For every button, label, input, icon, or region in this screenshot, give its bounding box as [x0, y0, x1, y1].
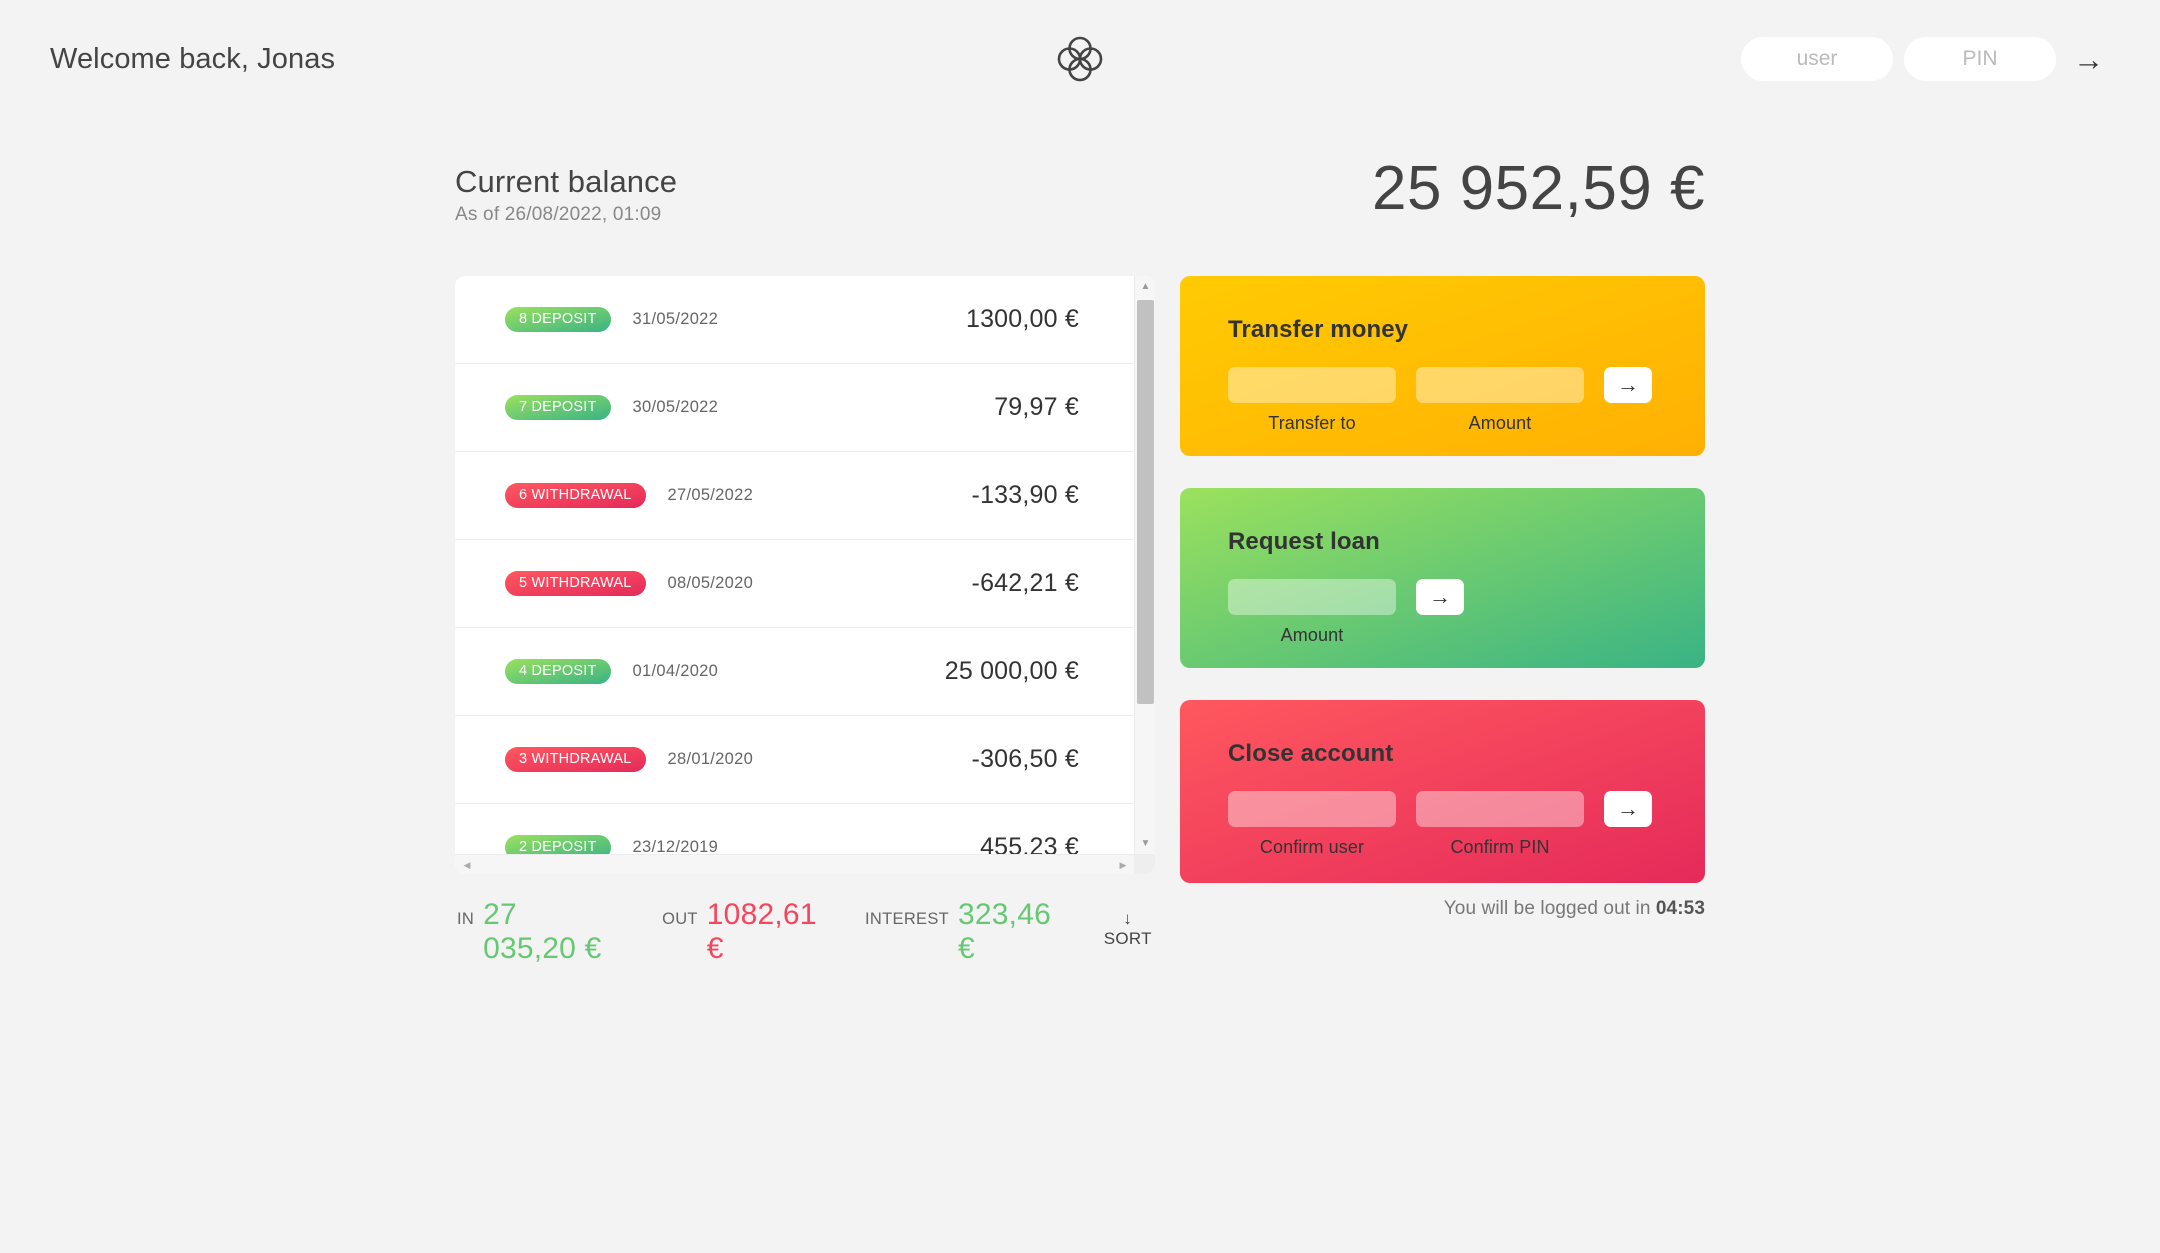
movement-type-badge: 7 DEPOSIT [505, 395, 611, 420]
movement-value: 455,23 € [980, 833, 1079, 854]
scroll-down-arrow-icon[interactable]: ▼ [1135, 833, 1155, 854]
movement-value: 79,97 € [994, 393, 1079, 421]
close-pin-label: Confirm PIN [1450, 837, 1550, 857]
close-user-label: Confirm user [1259, 837, 1365, 857]
movement-row: 6 WITHDRAWAL 27/05/2022 -133,90 € [455, 452, 1134, 540]
movement-type-badge: 6 WITHDRAWAL [505, 483, 646, 508]
movement-date: 30/05/2022 [632, 398, 719, 416]
transfer-submit-button[interactable]: → [1604, 367, 1652, 403]
logout-timer-value: 04:53 [1655, 898, 1705, 919]
summary-interest-value: 323,46 € [958, 898, 1051, 965]
logout-timer-text: You will be logged out in [1443, 898, 1656, 919]
movement-value: -306,50 € [971, 745, 1079, 773]
movement-date: 23/12/2019 [632, 838, 719, 854]
movement-type-badge: 2 DEPOSIT [505, 835, 611, 854]
movement-row: 2 DEPOSIT 23/12/2019 455,23 € [455, 804, 1134, 854]
login-submit-button[interactable]: → [2067, 44, 2110, 75]
request-loan-card: Request loan → Amount [1180, 488, 1705, 668]
loan-amount-label: Amount [1280, 625, 1344, 645]
close-account-form: → Confirm user Confirm PIN [1228, 791, 1657, 858]
summary-in-value: 27 035,20 € [483, 898, 602, 965]
close-account-title: Close account [1228, 740, 1394, 767]
login-pin-input[interactable] [1904, 37, 2056, 81]
sort-button[interactable]: ↓ SORT [1103, 909, 1153, 949]
transfer-to-label: Transfer to [1268, 413, 1356, 433]
bankist-logo-icon [1057, 36, 1103, 82]
transfer-to-input[interactable] [1228, 367, 1396, 403]
scroll-left-arrow-icon[interactable]: ◀ [457, 855, 477, 874]
movement-date: 28/01/2020 [667, 750, 754, 768]
vertical-scrollbar-thumb[interactable] [1137, 300, 1154, 704]
movement-date: 08/05/2020 [667, 574, 754, 592]
movement-date: 31/05/2022 [632, 310, 719, 328]
balance-value: 25 952,59 € [1371, 154, 1705, 223]
movements-vertical-scrollbar[interactable]: ▲ ▼ [1134, 276, 1155, 854]
logo-container [1050, 0, 1110, 118]
movement-row: 7 DEPOSIT 30/05/2022 79,97 € [455, 364, 1134, 452]
welcome-message: Welcome back, Jonas [50, 42, 336, 75]
movement-value: -133,90 € [971, 481, 1079, 509]
top-nav: Welcome back, Jonas → [0, 0, 2160, 118]
close-pin-input[interactable] [1416, 791, 1584, 827]
request-loan-form: → Amount [1228, 579, 1657, 646]
movement-value: 1300,00 € [965, 305, 1079, 333]
summary-in-label: IN [457, 910, 475, 928]
movements-horizontal-scrollbar[interactable]: ◀ ▶ [455, 854, 1155, 874]
movements-panel: 8 DEPOSIT 31/05/2022 1300,00 € 7 DEPOSIT 30/… [455, 276, 1155, 874]
logout-timer: You will be logged out in 04:53 [1180, 898, 1705, 920]
movement-row: 5 WITHDRAWAL 08/05/2020 -642,21 € [455, 540, 1134, 628]
movement-type-badge: 8 DEPOSIT [505, 307, 611, 332]
scroll-up-arrow-icon[interactable]: ▲ [1135, 276, 1155, 297]
transfer-amount-label: Amount [1468, 413, 1532, 433]
movement-date: 27/05/2022 [667, 486, 754, 504]
close-account-card: Close account → Confirm user Confirm PIN [1180, 700, 1705, 883]
summary-out-label: OUT [662, 910, 698, 928]
movements-list[interactable]: 8 DEPOSIT 31/05/2022 1300,00 € 7 DEPOSIT 30/… [455, 276, 1134, 854]
balance-date: As of 26/08/2022, 01:09 [455, 204, 662, 225]
balance-labels: Current balance As of 26/08/2022, 01:09 [455, 164, 677, 226]
balance-label: Current balance [455, 164, 678, 199]
movement-row: 3 WITHDRAWAL 28/01/2020 -306,50 € [455, 716, 1134, 804]
scrollbar-corner [1134, 855, 1155, 874]
movement-value: -642,21 € [971, 569, 1079, 597]
close-user-input[interactable] [1228, 791, 1396, 827]
movement-date: 01/04/2020 [632, 662, 719, 680]
close-submit-button[interactable]: → [1604, 791, 1652, 827]
transfer-amount-input[interactable] [1416, 367, 1584, 403]
summary-interest-label: INTEREST [865, 910, 950, 928]
transfer-money-title: Transfer money [1228, 316, 1409, 343]
movement-type-badge: 5 WITHDRAWAL [505, 571, 646, 596]
request-loan-title: Request loan [1228, 528, 1380, 555]
scroll-right-arrow-icon[interactable]: ▶ [1113, 855, 1133, 874]
movement-row: 8 DEPOSIT 31/05/2022 1300,00 € [455, 276, 1134, 364]
summary-bar: IN 27 035,20 € OUT 1082,61 € INTEREST 32… [455, 898, 1155, 966]
loan-submit-button[interactable]: → [1416, 579, 1464, 615]
app-container: Current balance As of 26/08/2022, 01:09 … [0, 118, 2160, 1253]
transfer-money-card: Transfer money → Transfer to Amount [1180, 276, 1705, 456]
movement-type-badge: 3 WITHDRAWAL [505, 747, 646, 772]
login-user-input[interactable] [1741, 37, 1893, 81]
movement-row: 4 DEPOSIT 01/04/2020 25 000,00 € [455, 628, 1134, 716]
balance-section: Current balance As of 26/08/2022, 01:09 … [455, 158, 1705, 226]
movement-type-badge: 4 DEPOSIT [505, 659, 611, 684]
movement-value: 25 000,00 € [944, 657, 1079, 685]
login-form: → [1741, 37, 2110, 81]
summary-out-value: 1082,61 € [706, 898, 817, 965]
loan-amount-input[interactable] [1228, 579, 1396, 615]
transfer-money-form: → Transfer to Amount [1228, 367, 1657, 434]
